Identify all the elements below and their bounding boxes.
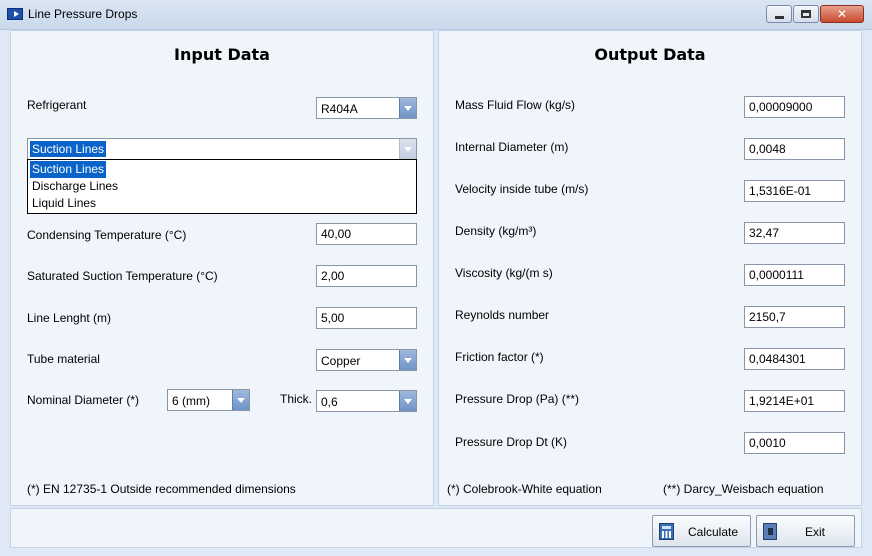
close-button[interactable]: ✕ bbox=[820, 5, 864, 23]
output-footnote-left: (*) Colebrook-White equation bbox=[447, 482, 602, 496]
output-label-pressure-drop: Pressure Drop (Pa) (**) bbox=[455, 392, 580, 406]
material-select[interactable]: Copper bbox=[316, 349, 417, 371]
chevron-down-icon[interactable] bbox=[399, 139, 416, 159]
condensing-input[interactable]: 40,00 bbox=[316, 223, 417, 245]
output-value-mass-flow[interactable]: 0,00009000 bbox=[744, 96, 845, 118]
output-value-viscosity[interactable]: 0,0000111 bbox=[744, 264, 845, 286]
output-label-pressure-drop-dt: Pressure Drop Dt (K) bbox=[455, 435, 568, 449]
calculator-icon bbox=[659, 523, 674, 540]
thick-label: Thick. bbox=[280, 392, 313, 406]
suction-temp-input[interactable]: 2,00 bbox=[316, 265, 417, 287]
output-label-reynolds: Reynolds number bbox=[455, 308, 550, 322]
output-value-friction[interactable]: 0,0484301 bbox=[744, 348, 845, 370]
length-label: Line Lenght (m) bbox=[27, 311, 112, 325]
length-input[interactable]: 5,00 bbox=[316, 307, 417, 329]
output-footnote-right: (**) Darcy_Weisbach equation bbox=[663, 482, 824, 496]
output-label-viscosity: Viscosity (kg/(m s) bbox=[455, 266, 553, 280]
exit-label: Exit bbox=[805, 525, 826, 539]
output-value-pressure-drop[interactable]: 1,9214E+01 bbox=[744, 390, 845, 412]
line-type-select[interactable]: Suction Lines bbox=[27, 138, 417, 160]
output-value-velocity[interactable]: 1,5316E-01 bbox=[744, 180, 845, 202]
minimize-icon bbox=[774, 15, 784, 19]
output-value-internal-diameter[interactable]: 0,0048 bbox=[744, 138, 845, 160]
output-heading: Output Data bbox=[594, 45, 706, 64]
calculate-button[interactable]: Calculate bbox=[652, 515, 751, 547]
input-footnote: (*) EN 12735-1 Outside recommended dimen… bbox=[27, 482, 296, 496]
output-panel: Output Data Mass Fluid Flow (kg/s) 0,000… bbox=[438, 30, 862, 506]
diameter-label: Nominal Diameter (*) bbox=[27, 393, 140, 407]
calculate-label: Calculate bbox=[688, 525, 739, 539]
refrigerant-value: R404A bbox=[321, 102, 358, 116]
thick-value: 0,6 bbox=[321, 395, 338, 409]
app-icon bbox=[7, 8, 23, 20]
output-value-reynolds[interactable]: 2150,7 bbox=[744, 306, 845, 328]
window-title: Line Pressure Drops bbox=[28, 7, 138, 21]
dropdown-option-liquid[interactable]: Liquid Lines bbox=[30, 195, 98, 212]
material-value: Copper bbox=[321, 354, 361, 368]
thick-select[interactable]: 0,6 bbox=[316, 390, 417, 412]
chevron-down-icon[interactable] bbox=[399, 98, 416, 118]
diameter-select[interactable]: 6 (mm) bbox=[167, 389, 250, 411]
close-icon: ✕ bbox=[836, 7, 848, 21]
chevron-down-icon[interactable] bbox=[399, 350, 416, 370]
maximize-button[interactable] bbox=[793, 5, 819, 23]
minimize-button[interactable] bbox=[766, 5, 792, 23]
maximize-icon bbox=[801, 10, 811, 18]
suction-temp-label: Saturated Suction Temperature (°C) bbox=[27, 269, 218, 283]
output-label-internal-diameter: Internal Diameter (m) bbox=[455, 140, 569, 154]
chevron-down-icon[interactable] bbox=[232, 390, 249, 410]
dropdown-option-discharge[interactable]: Discharge Lines bbox=[30, 178, 120, 195]
input-heading: Input Data bbox=[174, 45, 270, 64]
input-panel: Input Data Refrigerant R404A Suction Lin… bbox=[10, 30, 434, 506]
output-label-mass-flow: Mass Fluid Flow (kg/s) bbox=[455, 98, 576, 112]
diameter-value: 6 (mm) bbox=[172, 394, 210, 408]
refrigerant-label: Refrigerant bbox=[27, 98, 87, 112]
output-value-density[interactable]: 32,47 bbox=[744, 222, 845, 244]
output-value-pressure-drop-dt[interactable]: 0,0010 bbox=[744, 432, 845, 454]
exit-door-icon bbox=[763, 523, 777, 540]
dropdown-option-suction[interactable]: Suction Lines bbox=[30, 161, 107, 178]
chevron-down-icon[interactable] bbox=[399, 391, 416, 411]
output-label-friction: Friction factor (*) bbox=[455, 350, 544, 364]
line-type-dropdown-list: Suction Lines Discharge Lines Liquid Lin… bbox=[27, 159, 417, 214]
output-label-density: Density (kg/m³) bbox=[455, 224, 537, 238]
refrigerant-select[interactable]: R404A bbox=[316, 97, 417, 119]
title-bar: Line Pressure Drops ✕ bbox=[0, 0, 872, 30]
output-label-velocity: Velocity inside tube (m/s) bbox=[455, 182, 589, 196]
exit-button[interactable]: Exit bbox=[756, 515, 855, 547]
line-type-value: Suction Lines bbox=[30, 141, 107, 157]
material-label: Tube material bbox=[27, 352, 100, 366]
condensing-label: Condensing Temperature (°C) bbox=[27, 228, 187, 242]
